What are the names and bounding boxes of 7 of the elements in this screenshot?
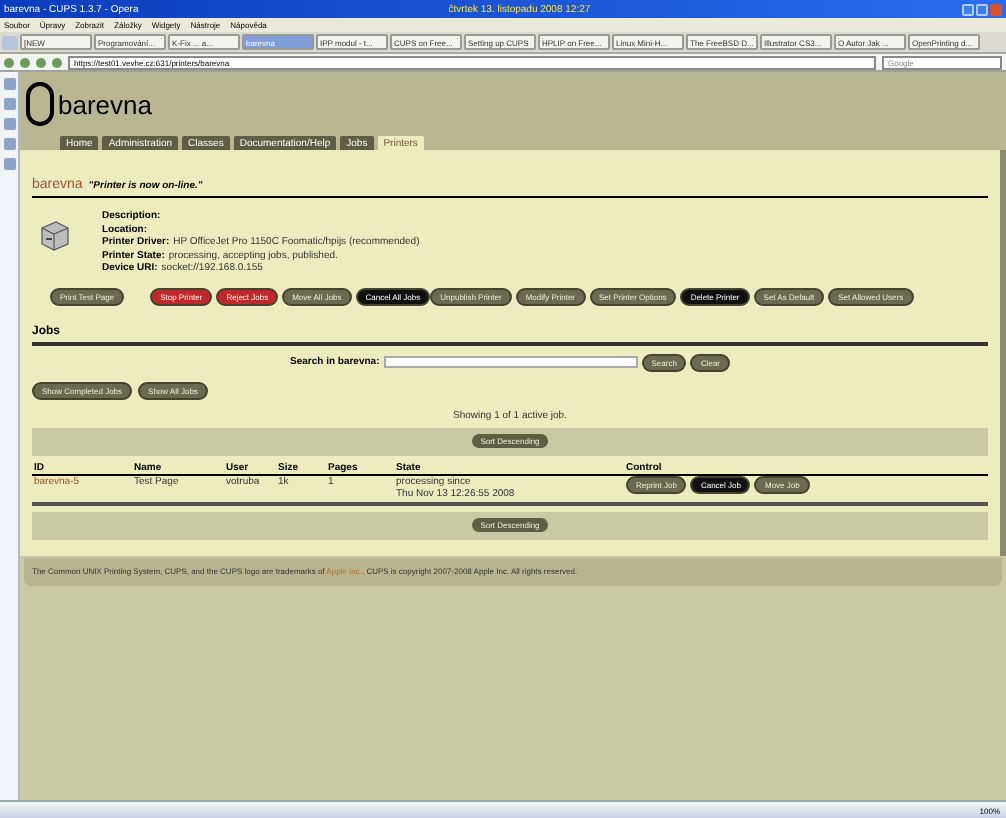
printer-icon — [38, 216, 70, 252]
search-input[interactable] — [383, 356, 638, 368]
close-button[interactable] — [990, 3, 1002, 15]
minimize-button[interactable] — [962, 3, 974, 15]
maximize-button[interactable] — [976, 3, 988, 15]
printer-title: barevna — [58, 92, 152, 120]
cups-logo-icon — [26, 82, 54, 126]
